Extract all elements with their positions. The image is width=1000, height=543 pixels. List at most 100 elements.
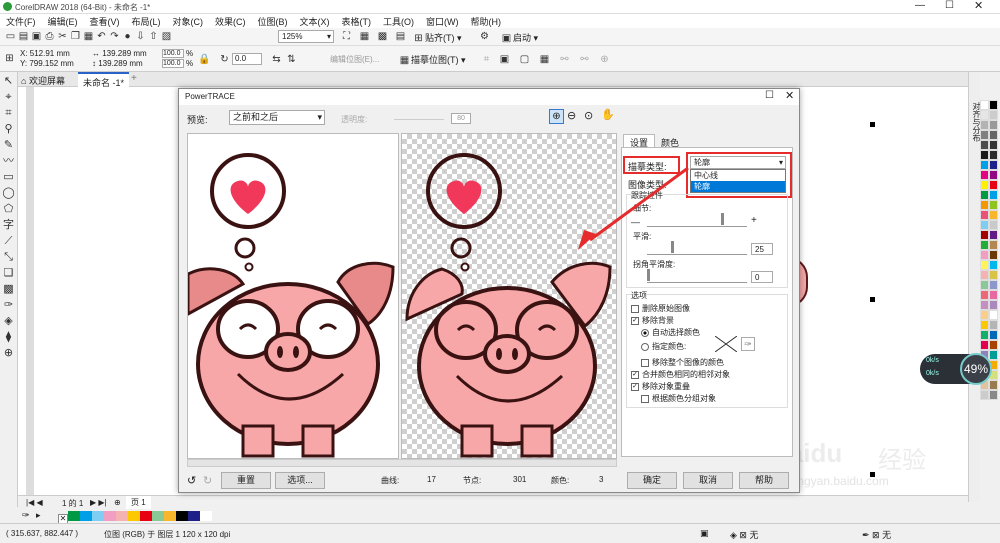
snap-to-dropdown[interactable]: ⊞ 贴齐(T) ▾ bbox=[412, 31, 461, 45]
auto-color-option[interactable]: 自动选择颜色 bbox=[641, 327, 700, 338]
transparency-value[interactable]: 80 bbox=[451, 113, 471, 124]
export-icon[interactable]: ⇧ bbox=[147, 30, 160, 43]
swatch[interactable] bbox=[989, 260, 998, 270]
options-gear-icon[interactable]: ⚙ bbox=[478, 30, 491, 43]
swatch[interactable] bbox=[989, 330, 998, 340]
freehand-tool-icon[interactable]: ✎ bbox=[2, 139, 15, 152]
smooth-value[interactable]: 25 bbox=[751, 243, 773, 255]
options-button[interactable]: 选项... bbox=[275, 472, 325, 489]
rotation-angle[interactable]: 0.0 bbox=[232, 53, 262, 65]
menu-object[interactable]: 对象(C) bbox=[167, 14, 210, 29]
menu-table[interactable]: 表格(T) bbox=[336, 14, 378, 29]
detail-increase[interactable]: + bbox=[751, 215, 757, 226]
specify-color-radio[interactable] bbox=[641, 342, 649, 351]
scale-x[interactable]: 100.0 bbox=[162, 49, 184, 58]
swatch[interactable] bbox=[980, 110, 989, 120]
edit-bitmap-button[interactable]: 编辑位图(E)... bbox=[330, 54, 379, 65]
guidelines-icon[interactable]: ▤ bbox=[394, 30, 407, 43]
swatch[interactable] bbox=[188, 511, 200, 521]
palette-menu-icon[interactable]: ▸ bbox=[36, 510, 41, 521]
specify-color-option[interactable]: 指定颜色: bbox=[641, 341, 686, 352]
undo-trace-icon[interactable]: ↺ bbox=[187, 474, 196, 487]
remove-bg-checkbox[interactable]: ✓ bbox=[631, 316, 639, 325]
menu-file[interactable]: 文件(F) bbox=[0, 14, 42, 29]
menu-window[interactable]: 窗口(W) bbox=[420, 14, 465, 29]
swatch[interactable] bbox=[980, 120, 989, 130]
swatch[interactable] bbox=[989, 390, 998, 400]
crop-tool-icon[interactable]: ⌗ bbox=[2, 107, 15, 120]
y-position[interactable]: Y: 799.152 mm bbox=[20, 59, 74, 68]
swatch[interactable] bbox=[980, 390, 989, 400]
dialog-maximize-button[interactable]: ☐ bbox=[765, 90, 774, 101]
bitmap-options-icon[interactable]: ▦ bbox=[538, 53, 551, 66]
transparency-tool-icon[interactable]: ▩ bbox=[2, 283, 15, 296]
cut-icon[interactable]: ✂ bbox=[56, 30, 69, 43]
crop-bitmap-icon[interactable]: ⌗ bbox=[480, 53, 493, 66]
swatch[interactable] bbox=[989, 180, 998, 190]
lock-ratio-icon[interactable]: 🔒 bbox=[198, 53, 211, 66]
fill-indicator[interactable]: ◈ ⊠ 无 bbox=[730, 528, 758, 541]
print-icon[interactable]: ⎙ bbox=[43, 30, 56, 43]
smart-fill-icon[interactable]: ⧫ bbox=[2, 331, 15, 344]
trace-bitmap-button[interactable]: ▦ 描摹位图(T) ▾ bbox=[398, 53, 466, 67]
delete-original-option[interactable]: 删除原始图像 bbox=[631, 303, 690, 314]
swatch-white[interactable] bbox=[980, 100, 989, 110]
preview-scrollbar[interactable] bbox=[187, 459, 617, 467]
swatch[interactable] bbox=[989, 200, 998, 210]
color-profile-icon[interactable]: ▣ bbox=[700, 528, 709, 539]
swatch[interactable] bbox=[989, 120, 998, 130]
interactive-fill-icon[interactable]: ◈ bbox=[2, 315, 15, 328]
fit-icon[interactable]: ⊙ bbox=[584, 109, 593, 122]
parallel-dimension-icon[interactable]: ⟋ bbox=[2, 235, 15, 248]
launch-dropdown[interactable]: ▣ 启动 ▾ bbox=[500, 31, 538, 45]
swatch[interactable] bbox=[980, 200, 989, 210]
link2-icon[interactable]: ⚯ bbox=[578, 53, 591, 66]
menu-help[interactable]: 帮助(H) bbox=[465, 14, 508, 29]
full-screen-icon[interactable]: ⛶ bbox=[340, 30, 353, 43]
swatch[interactable] bbox=[980, 260, 989, 270]
resample-icon[interactable]: ▣ bbox=[498, 53, 511, 66]
swatch[interactable] bbox=[152, 511, 164, 521]
menu-bitmaps[interactable]: 位图(B) bbox=[252, 14, 294, 29]
swatch[interactable] bbox=[989, 230, 998, 240]
zoom-tool-icon[interactable]: ⚲ bbox=[2, 123, 15, 136]
bitmap-color-mask-icon[interactable]: ▢ bbox=[518, 53, 531, 66]
swatch[interactable] bbox=[989, 170, 998, 180]
swatch[interactable] bbox=[980, 340, 989, 350]
remove-overlap-option[interactable]: ✓ 移除对象重叠 bbox=[631, 381, 690, 392]
swatch[interactable] bbox=[980, 250, 989, 260]
page-next-last[interactable]: ▶ ▶| bbox=[90, 498, 107, 507]
maximize-button[interactable]: ☐ bbox=[945, 0, 954, 11]
selection-handle[interactable] bbox=[870, 297, 875, 302]
swatch[interactable] bbox=[980, 160, 989, 170]
swatch[interactable] bbox=[989, 190, 998, 200]
swatch[interactable] bbox=[92, 511, 104, 521]
cancel-button[interactable]: 取消 bbox=[683, 472, 733, 489]
transparency-slider[interactable] bbox=[394, 119, 444, 120]
outline-indicator[interactable]: ✒ ⊠ 无 bbox=[862, 528, 891, 541]
swatch[interactable] bbox=[980, 180, 989, 190]
merge-adjacent-option[interactable]: ✓ 合并颜色相同的相邻对象 bbox=[631, 369, 730, 380]
zoom-out-icon[interactable]: ⊖ bbox=[567, 109, 576, 122]
menu-edit[interactable]: 编辑(E) bbox=[42, 14, 84, 29]
object-width[interactable]: ↔ 139.289 mm bbox=[92, 49, 147, 58]
swatch[interactable] bbox=[128, 511, 140, 521]
remove-all-color-checkbox[interactable] bbox=[641, 358, 649, 367]
group-by-color-checkbox[interactable] bbox=[641, 394, 649, 403]
swatch[interactable] bbox=[980, 280, 989, 290]
menu-layout[interactable]: 布局(L) bbox=[126, 14, 167, 29]
swatch[interactable] bbox=[989, 150, 998, 160]
delete-original-checkbox[interactable] bbox=[631, 304, 639, 313]
menu-text[interactable]: 文本(X) bbox=[294, 14, 336, 29]
swatch-black[interactable] bbox=[989, 100, 998, 110]
import-icon[interactable]: ⇩ bbox=[134, 30, 147, 43]
swatch[interactable] bbox=[989, 350, 998, 360]
tab-welcome[interactable]: ⌂ 欢迎屏幕 bbox=[21, 74, 65, 87]
swatch[interactable] bbox=[989, 220, 998, 230]
group-by-color-option[interactable]: 根据颜色分组对象 bbox=[641, 393, 716, 404]
tab-document[interactable]: 未命名 -1* bbox=[78, 72, 130, 88]
remove-overlap-checkbox[interactable]: ✓ bbox=[631, 382, 639, 391]
auto-color-radio[interactable] bbox=[641, 328, 649, 337]
close-button[interactable]: ✕ bbox=[974, 0, 983, 12]
mirror-horizontal-icon[interactable]: ⇆ bbox=[270, 53, 283, 66]
